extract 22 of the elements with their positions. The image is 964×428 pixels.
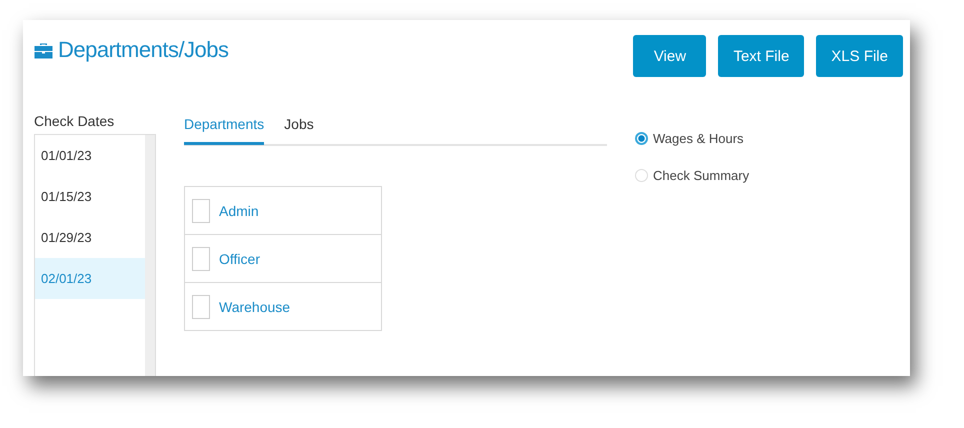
radio-label: Check Summary (653, 168, 750, 183)
date-item[interactable]: 02/01/23 (35, 258, 145, 299)
briefcase-icon (34, 42, 53, 58)
item-link[interactable]: Warehouse (219, 298, 290, 314)
scrollbar[interactable] (145, 135, 155, 376)
action-button[interactable]: View (633, 35, 706, 77)
date-item[interactable]: 01/15/23 (35, 176, 145, 217)
section-label: Check Dates (34, 113, 116, 129)
date-item[interactable]: 01/01/23 (35, 135, 145, 176)
page-title: Departments/Jobs (58, 37, 229, 63)
tab[interactable]: Departments (184, 116, 264, 145)
item-link[interactable]: Admin (219, 202, 259, 218)
checkbox[interactable] (192, 198, 210, 222)
checkbox[interactable] (192, 246, 210, 270)
action-button[interactable]: XLS File (816, 35, 903, 77)
checkbox[interactable] (192, 294, 210, 318)
date-item[interactable]: 01/29/23 (35, 217, 145, 258)
tab[interactable]: Jobs (284, 116, 314, 145)
radio-button[interactable] (635, 132, 648, 145)
item-link[interactable]: Officer (219, 250, 260, 266)
radio-label: Wages & Hours (653, 131, 744, 146)
action-button[interactable]: Text File (718, 35, 804, 77)
